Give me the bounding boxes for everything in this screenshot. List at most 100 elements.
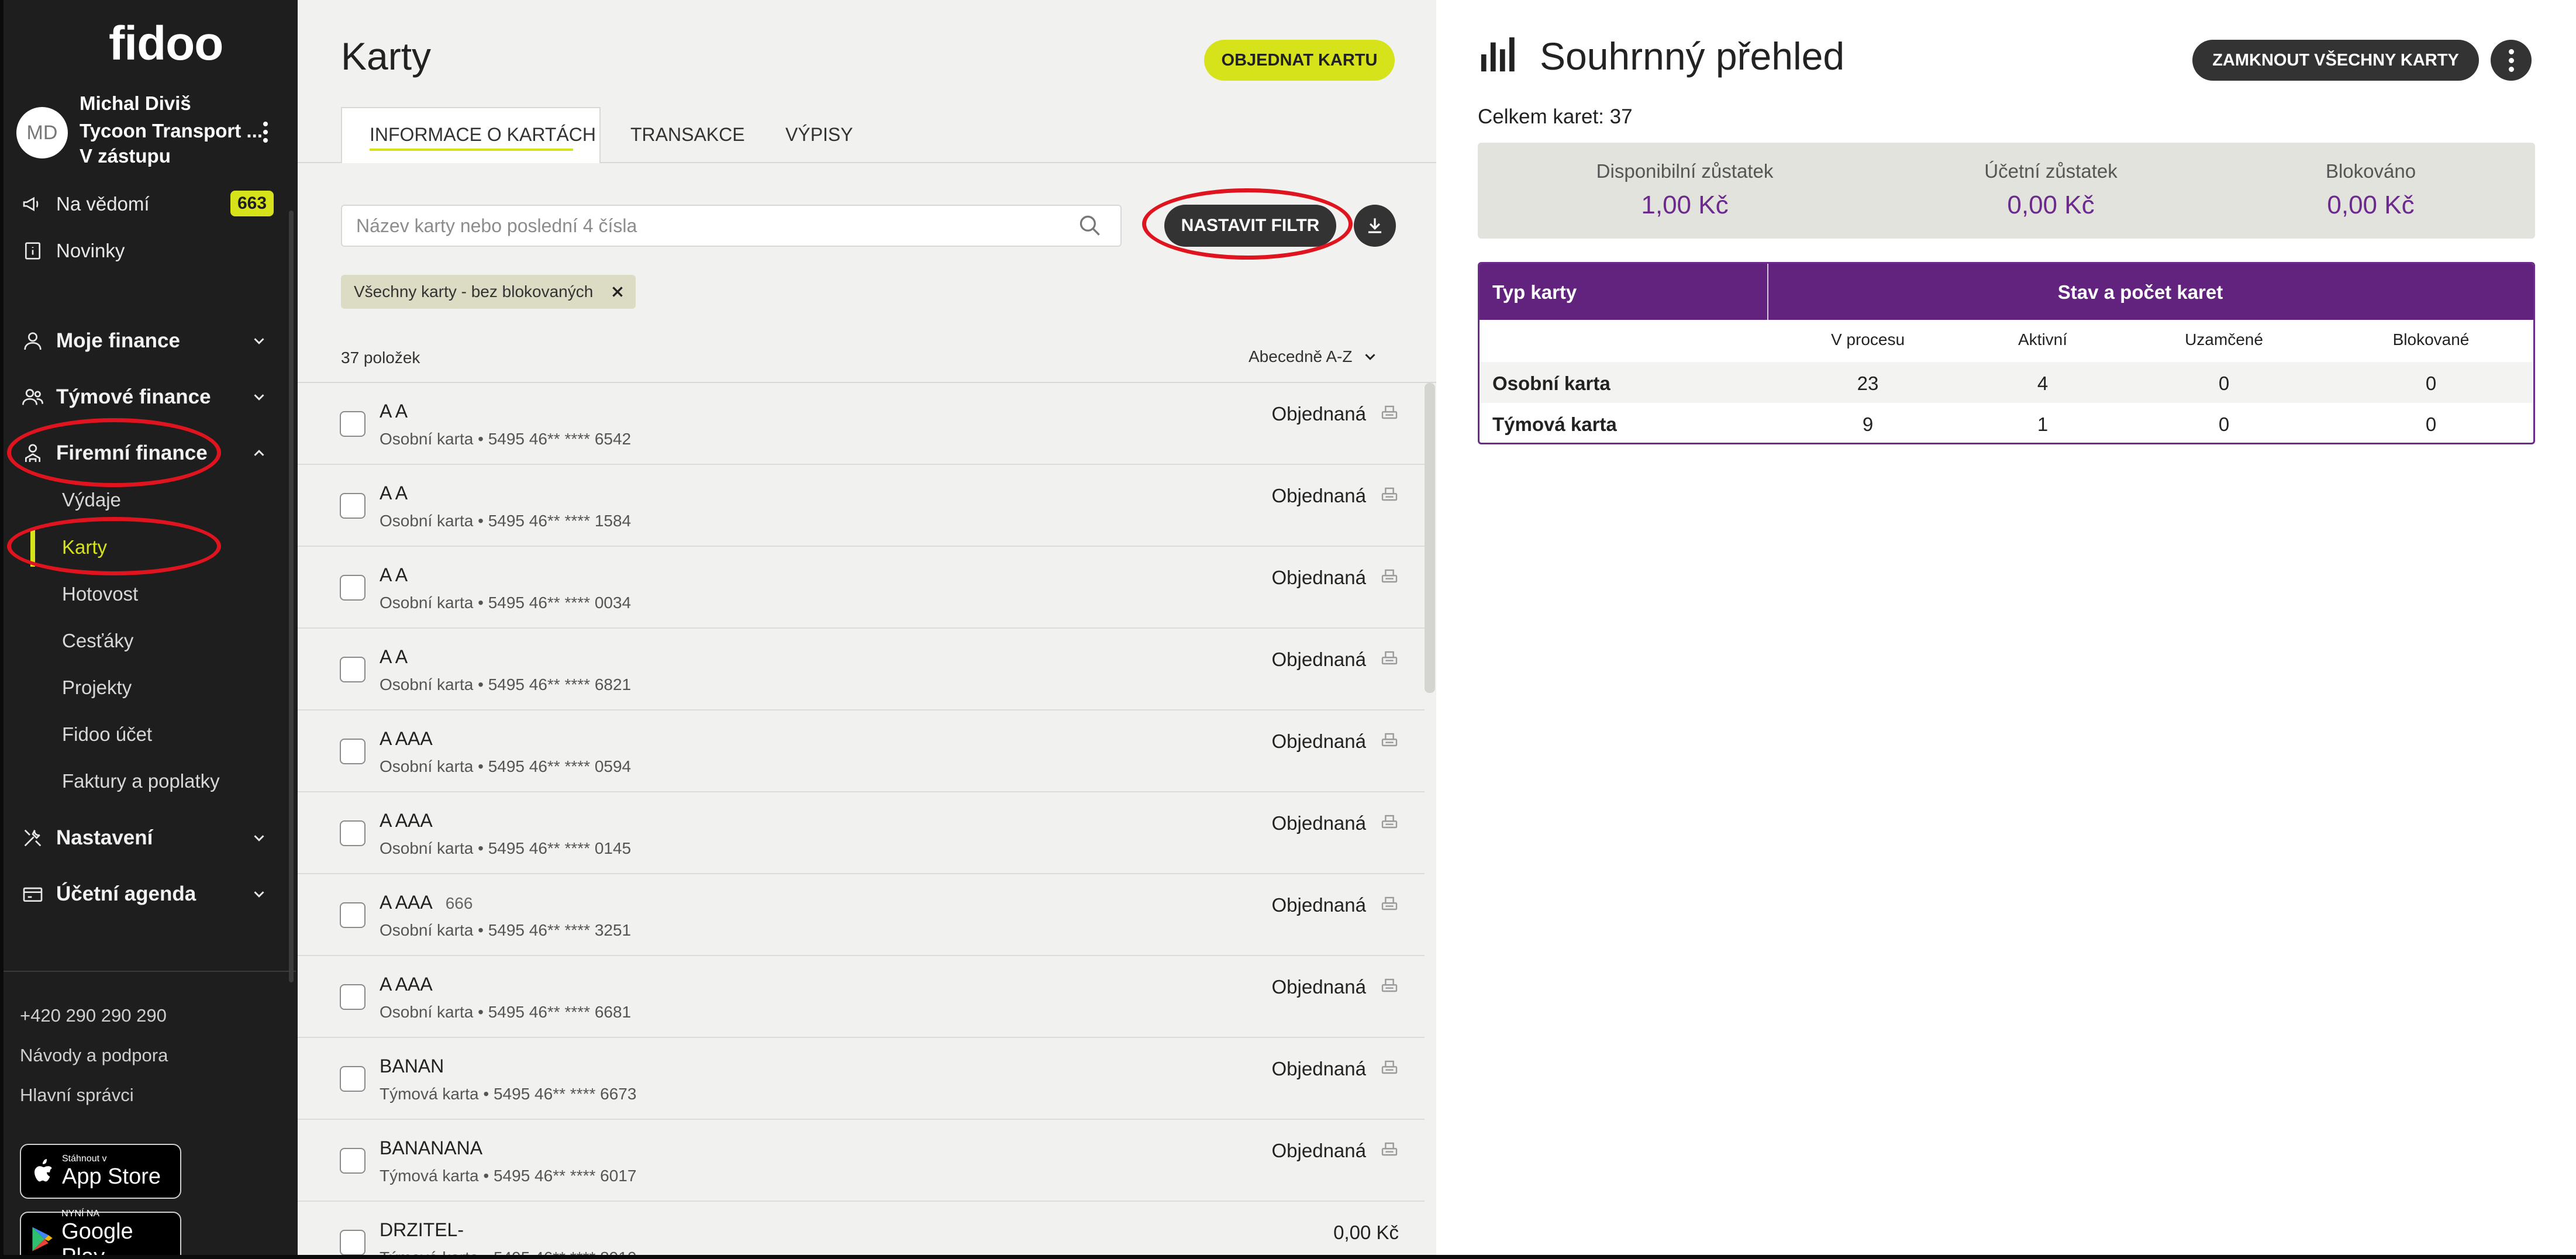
card-status: Objednaná xyxy=(1271,812,1366,834)
card-name: A A xyxy=(380,646,408,667)
team-icon xyxy=(22,389,43,405)
printer-icon xyxy=(1381,1060,1398,1074)
card-details: Osobní karta • 5495 46** **** 1584 xyxy=(380,512,631,530)
google-play-badge[interactable]: NYNÍ NA Google Play xyxy=(20,1209,181,1259)
card-name: A AAA xyxy=(380,810,433,831)
sidebar-item-label: Nastavení xyxy=(56,826,153,849)
chevron-down-icon[interactable] xyxy=(250,388,268,406)
more-icon xyxy=(2491,40,2532,72)
separator-dot: • xyxy=(473,430,488,448)
more-options-button[interactable] xyxy=(2491,40,2532,81)
col-card-type: Typ karty xyxy=(1492,281,1577,303)
card-row[interactable]: A AAA Osobní karta • 5495 46** **** 0145 O… xyxy=(298,792,1425,874)
sidebar-scrollbar[interactable] xyxy=(289,211,294,982)
table-header xyxy=(1480,264,2533,320)
sidebar-subitem-fidoo-ucet[interactable]: Fidoo účet xyxy=(62,723,152,746)
user-company: Tycoon Transport ... xyxy=(80,120,263,142)
lock-all-cards-button[interactable]: ZAMKNOUT VŠECHNY KARTY xyxy=(2192,40,2479,81)
app-store-badge[interactable]: Stáhnout v App Store xyxy=(20,1144,181,1199)
item-count: 37 položek xyxy=(341,349,420,367)
tab-card-info[interactable]: INFORMACE O KARTÁCH xyxy=(370,124,596,146)
card-name-line: A A xyxy=(380,564,408,586)
row-checkbox[interactable] xyxy=(340,575,365,601)
sidebar-subitem-faktury[interactable]: Faktury a poplatky xyxy=(62,770,220,792)
row-checkbox[interactable] xyxy=(340,1230,365,1255)
cell-in-process: 23 xyxy=(1857,372,1879,394)
sidebar-item-nastaveni[interactable]: Nastavení xyxy=(21,823,153,853)
chevron-down-icon[interactable] xyxy=(250,829,268,847)
card-row[interactable]: A AAA 666 Osobní karta • 5495 46** **** 32… xyxy=(298,874,1425,956)
sort-select[interactable]: Abecedně A-Z xyxy=(1249,347,1379,366)
cell-active: 1 xyxy=(2037,413,2049,435)
sidebar-subitem-vydaje[interactable]: Výdaje xyxy=(62,489,121,511)
filter-highlight xyxy=(1142,188,1353,260)
sidebar-item-moje-finance[interactable]: Moje finance xyxy=(21,326,180,356)
avatar[interactable]: MD xyxy=(16,107,68,158)
order-card-button[interactable]: OBJEDNAT KARTU xyxy=(1204,40,1395,81)
card-number: 5495 46** **** 0594 xyxy=(488,757,632,775)
karty-highlight xyxy=(7,517,221,575)
app-store-label: App Store xyxy=(62,1164,161,1189)
user-menu-icon[interactable] xyxy=(260,122,271,151)
row-checkbox[interactable] xyxy=(340,984,365,1010)
chevron-down-icon[interactable] xyxy=(250,885,268,903)
tab-statements[interactable]: VÝPISY xyxy=(785,124,853,146)
card-row[interactable]: A A Osobní karta • 5495 46** **** 6821 Obj… xyxy=(298,629,1425,710)
printer-icon xyxy=(1381,569,1398,583)
card-row[interactable]: BANANANA Týmová karta • 5495 46** **** 60… xyxy=(298,1120,1425,1202)
chevron-up-icon[interactable] xyxy=(250,444,268,462)
card-row[interactable]: A A Osobní karta • 5495 46** **** 1584 Obj… xyxy=(298,465,1425,547)
row-checkbox[interactable] xyxy=(340,739,365,764)
row-checkbox[interactable] xyxy=(340,493,365,519)
card-row[interactable]: DRZITEL- Týmová karta • 5495 46** **** 89… xyxy=(298,1202,1425,1259)
subheader-blocked: Blokované xyxy=(2392,330,2470,349)
card-row[interactable]: A AAA Osobní karta • 5495 46** **** 6681 O… xyxy=(298,956,1425,1038)
fidoo-logo[interactable]: fidoo xyxy=(109,16,223,71)
search-input[interactable] xyxy=(356,206,1058,246)
row-checkbox[interactable] xyxy=(340,411,365,437)
help-link[interactable]: Návody a podpora xyxy=(20,1045,168,1066)
card-row[interactable]: A A Osobní karta • 5495 46** **** 6542 Obj… xyxy=(298,383,1425,465)
sidebar-item-ucetni-agenda[interactable]: Účetní agenda xyxy=(21,879,196,909)
admins-link[interactable]: Hlavní správci xyxy=(20,1085,134,1106)
sidebar-subitem-projekty[interactable]: Projekty xyxy=(62,677,132,699)
chevron-down-icon[interactable] xyxy=(250,332,268,350)
sidebar-subitem-cestaky[interactable]: Cesťáky xyxy=(62,630,133,652)
card-type: Osobní karta xyxy=(380,430,474,448)
card-name-line: A A xyxy=(380,482,408,504)
row-card-type: Osobní karta xyxy=(1492,372,1611,394)
card-name: A A xyxy=(380,482,408,503)
printer-icon xyxy=(1381,733,1398,747)
subheader-in-process: V procesu xyxy=(1830,330,1905,349)
row-checkbox[interactable] xyxy=(340,902,365,928)
sidebar-item-tymove-finance[interactable]: Týmové finance xyxy=(21,382,211,412)
card-status: Objednaná xyxy=(1271,567,1366,588)
download-button[interactable] xyxy=(1354,205,1396,247)
row-checkbox[interactable] xyxy=(340,1066,365,1092)
row-checkbox[interactable] xyxy=(340,657,365,682)
close-icon[interactable] xyxy=(610,284,625,299)
search-icon[interactable] xyxy=(1077,213,1103,239)
card-details: Osobní karta • 5495 46** **** 6542 xyxy=(380,430,631,449)
row-checkbox[interactable] xyxy=(340,820,365,846)
card-row[interactable]: BANAN Týmová karta • 5495 46** **** 6673 O… xyxy=(298,1038,1425,1120)
card-status: Objednaná xyxy=(1271,403,1366,425)
sidebar-item-label: Týmové finance xyxy=(56,385,211,408)
card-name: A AAA xyxy=(380,728,433,749)
table-row: Osobní karta 23 4 0 0 xyxy=(1480,362,2533,403)
firemni-finance-highlight xyxy=(7,418,221,487)
card-row[interactable]: A AAA Osobní karta • 5495 46** **** 0594 O… xyxy=(298,710,1425,792)
list-scrollbar[interactable] xyxy=(1425,383,1435,693)
tab-transactions[interactable]: TRANSAKCE xyxy=(630,124,745,146)
card-status: Objednaná xyxy=(1271,730,1366,752)
separator-dot: • xyxy=(478,1085,494,1103)
support-phone[interactable]: +420 290 290 290 xyxy=(20,1005,167,1026)
card-row[interactable]: A A Osobní karta • 5495 46** **** 0034 Obj… xyxy=(298,547,1425,629)
sidebar-item-novinky[interactable]: Novinky xyxy=(21,236,125,265)
printer-icon xyxy=(1381,487,1398,501)
row-checkbox[interactable] xyxy=(340,1148,365,1174)
sidebar-item-na-vedomi[interactable]: Na vědomí xyxy=(21,189,150,219)
card-name: BANANANA xyxy=(380,1137,483,1158)
card-type: Osobní karta xyxy=(380,921,474,939)
sidebar-subitem-hotovost[interactable]: Hotovost xyxy=(62,583,138,605)
